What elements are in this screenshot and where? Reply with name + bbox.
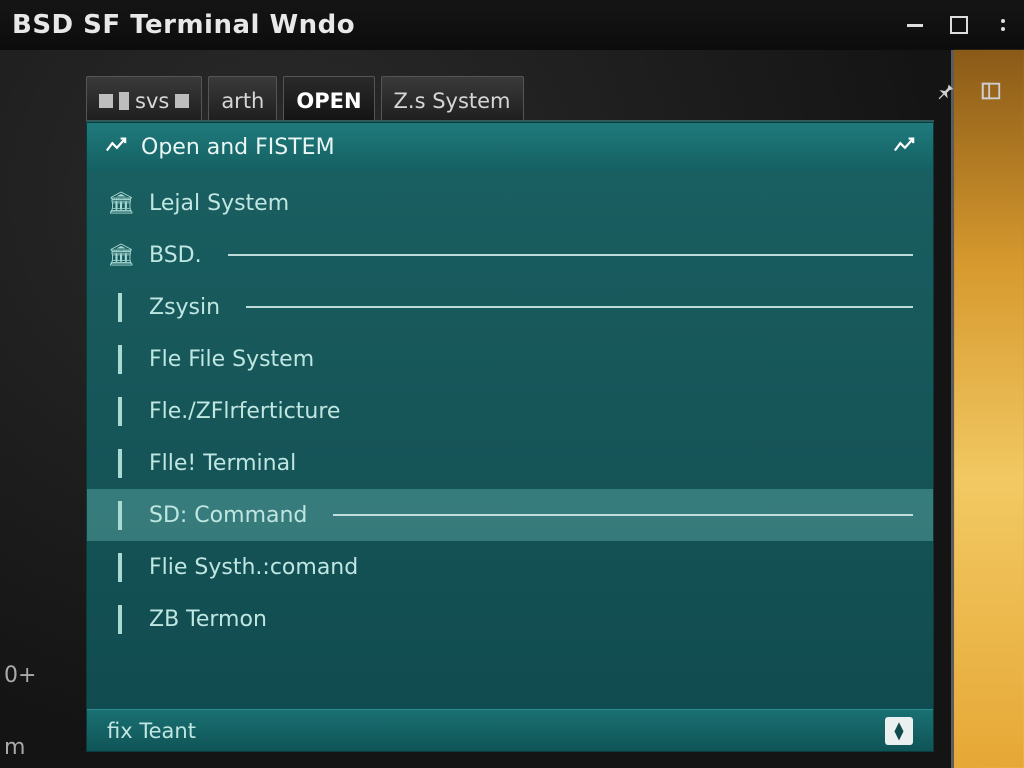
trend-icon (105, 135, 127, 160)
document-icon (107, 399, 133, 424)
item-label: Flle! Terminal (149, 451, 296, 476)
footer-label: fix Teant (107, 719, 196, 743)
list-item[interactable]: ZB Termon (87, 593, 933, 645)
list-item[interactable]: SD: Command (87, 489, 933, 541)
document-icon (107, 451, 133, 476)
divider-line (228, 254, 913, 256)
list-item[interactable]: Fle File System (87, 333, 933, 385)
maximize-button[interactable] (950, 16, 968, 34)
left-gutter: 0+ m (0, 50, 80, 768)
tab-square-icon (175, 94, 189, 108)
item-list: 🏛 Lejal System 🏛 BSD. Zsysin Fle File Sy… (87, 171, 933, 645)
divider-line (246, 306, 913, 308)
list-item[interactable]: Fle./ZFlrferticture (87, 385, 933, 437)
panel-footer: fix Teant ▲▼ (87, 709, 933, 751)
document-icon (107, 503, 133, 528)
gutter-m: m (4, 735, 25, 760)
item-label: SD: Command (149, 503, 307, 528)
tab-open[interactable]: OPEN (283, 76, 374, 120)
divider-line (333, 514, 913, 516)
tab-arth[interactable]: arth (208, 76, 277, 120)
document-icon (107, 607, 133, 632)
main-panel: Open and FISTEM 🏛 Lejal System 🏛 BSD. Zs… (86, 122, 934, 752)
tab-zs-system[interactable]: Z.s System (381, 76, 524, 120)
list-item[interactable]: 🏛 BSD. (87, 229, 933, 281)
item-label: Lejal System (149, 191, 289, 216)
tab-label: svs (135, 89, 169, 113)
list-item[interactable]: 🏛 Lejal System (87, 177, 933, 229)
panel-header-label: Open and FISTEM (141, 135, 335, 160)
tab-label: Z.s System (394, 89, 511, 113)
document-icon (107, 347, 133, 372)
item-label: Fle File System (149, 347, 314, 372)
more-button[interactable] (994, 16, 1012, 34)
sort-toggle[interactable]: ▲▼ (885, 717, 913, 745)
tabstrip-actions (934, 80, 1002, 108)
window-title: BSD SF Terminal Wndo (12, 10, 906, 40)
panel-icon[interactable] (980, 80, 1002, 108)
titlebar: BSD SF Terminal Wndo (0, 0, 1024, 50)
tab-strip: svs arth OPEN Z.s System (86, 76, 934, 122)
building-icon: 🏛 (107, 191, 133, 216)
tab-label: OPEN (296, 89, 361, 113)
item-label: Zsysin (149, 295, 220, 320)
item-label: ZB Termon (149, 607, 267, 632)
list-item[interactable]: Flle! Terminal (87, 437, 933, 489)
tab-svs[interactable]: svs (86, 76, 202, 120)
item-label: BSD. (149, 243, 202, 268)
list-item[interactable]: Zsysin (87, 281, 933, 333)
desktop-sliver (954, 50, 1024, 768)
document-icon (107, 295, 133, 320)
window-controls (906, 16, 1012, 34)
document-icon (107, 555, 133, 580)
pin-icon[interactable] (934, 80, 956, 108)
tab-label: arth (221, 89, 264, 113)
trend-icon[interactable] (893, 135, 915, 160)
list-item[interactable]: Flie Systh.:comand (87, 541, 933, 593)
tab-square-icon (99, 94, 113, 108)
panel-header: Open and FISTEM (87, 123, 933, 171)
building-icon: 🏛 (107, 243, 133, 268)
minimize-button[interactable] (906, 16, 924, 34)
tab-bar-icon (119, 92, 129, 110)
item-label: Flie Systh.:comand (149, 555, 358, 580)
gutter-plus: 0+ (4, 663, 36, 688)
item-label: Fle./ZFlrferticture (149, 399, 340, 424)
